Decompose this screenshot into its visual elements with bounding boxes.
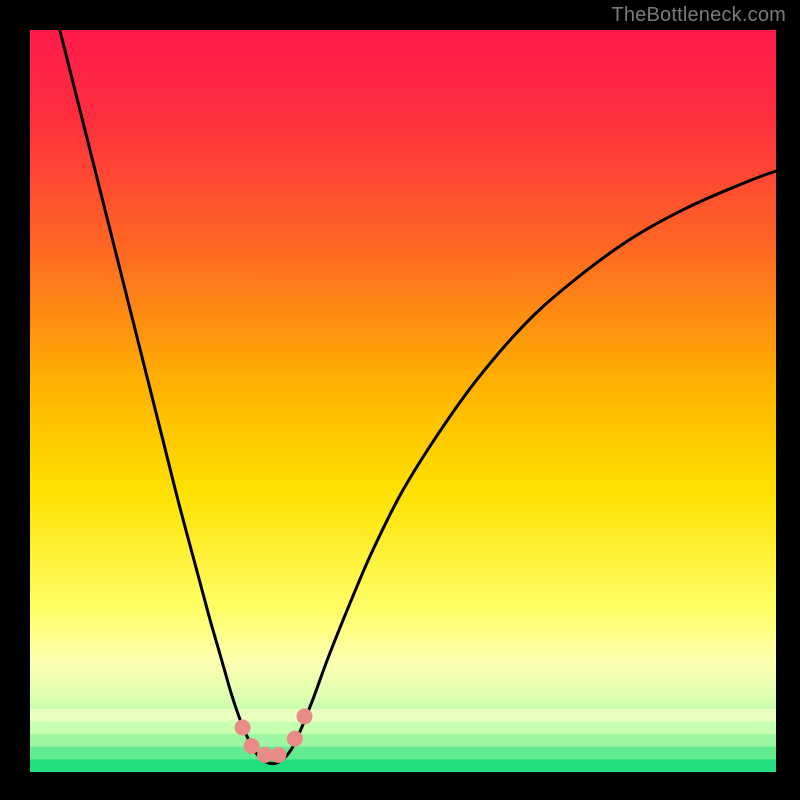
- green-band: [30, 759, 776, 772]
- plot-area: [30, 30, 776, 772]
- chart-frame: TheBottleneck.com: [0, 0, 800, 800]
- green-band: [30, 709, 776, 722]
- trough-marker: [235, 719, 251, 735]
- trough-marker: [287, 731, 303, 747]
- green-band: [30, 734, 776, 747]
- trough-marker: [270, 747, 286, 763]
- green-band: [30, 747, 776, 760]
- trough-marker: [244, 738, 260, 754]
- chart-svg: [30, 30, 776, 772]
- green-band: [30, 722, 776, 735]
- trough-marker: [297, 708, 313, 724]
- watermark-text: TheBottleneck.com: [611, 4, 786, 27]
- gradient-background: [30, 30, 776, 772]
